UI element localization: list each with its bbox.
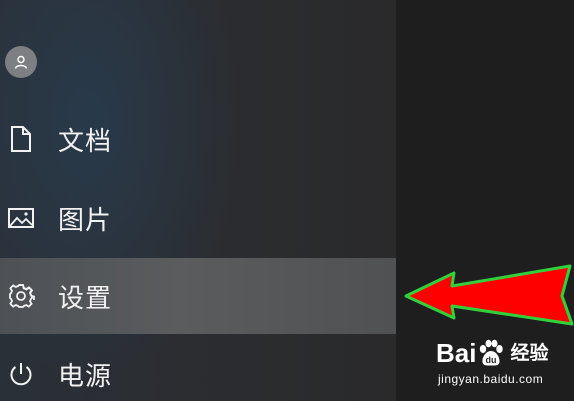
menu-item-settings[interactable]: 设置	[0, 258, 396, 334]
watermark-jingyan-text: 经验	[510, 342, 549, 364]
watermark-bai-text: Bai	[436, 338, 477, 368]
gear-icon	[0, 275, 42, 317]
menu-item-label: 电源	[58, 361, 113, 392]
menu-item-label: 图片	[58, 205, 113, 236]
user-avatar[interactable]	[5, 46, 37, 78]
document-icon	[0, 118, 42, 160]
person-icon	[14, 55, 28, 69]
picture-icon	[0, 197, 42, 239]
baidu-paw-icon: du	[480, 339, 504, 366]
watermark-brand: Bai du 经验	[436, 336, 548, 370]
menu-item-pictures[interactable]: 图片	[0, 180, 396, 256]
menu-item-label: 文档	[58, 126, 113, 157]
menu-item-label: 设置	[58, 283, 113, 314]
red-arrow-annotation	[404, 264, 574, 326]
watermark-url: jingyan.baidu.com	[438, 372, 544, 386]
screen: 文档 图片 设置 电源 Bai du 经验 jingyan.baidu.com	[0, 0, 574, 401]
menu-item-power[interactable]: 电源	[0, 336, 396, 401]
power-icon	[0, 353, 42, 395]
baidu-jingyan-watermark: Bai du 经验 jingyan.baidu.com du	[436, 336, 574, 396]
svg-text:du: du	[486, 355, 497, 365]
menu-item-documents[interactable]: 文档	[0, 101, 396, 177]
start-menu-left-pane: 文档 图片 设置 电源	[0, 0, 396, 401]
